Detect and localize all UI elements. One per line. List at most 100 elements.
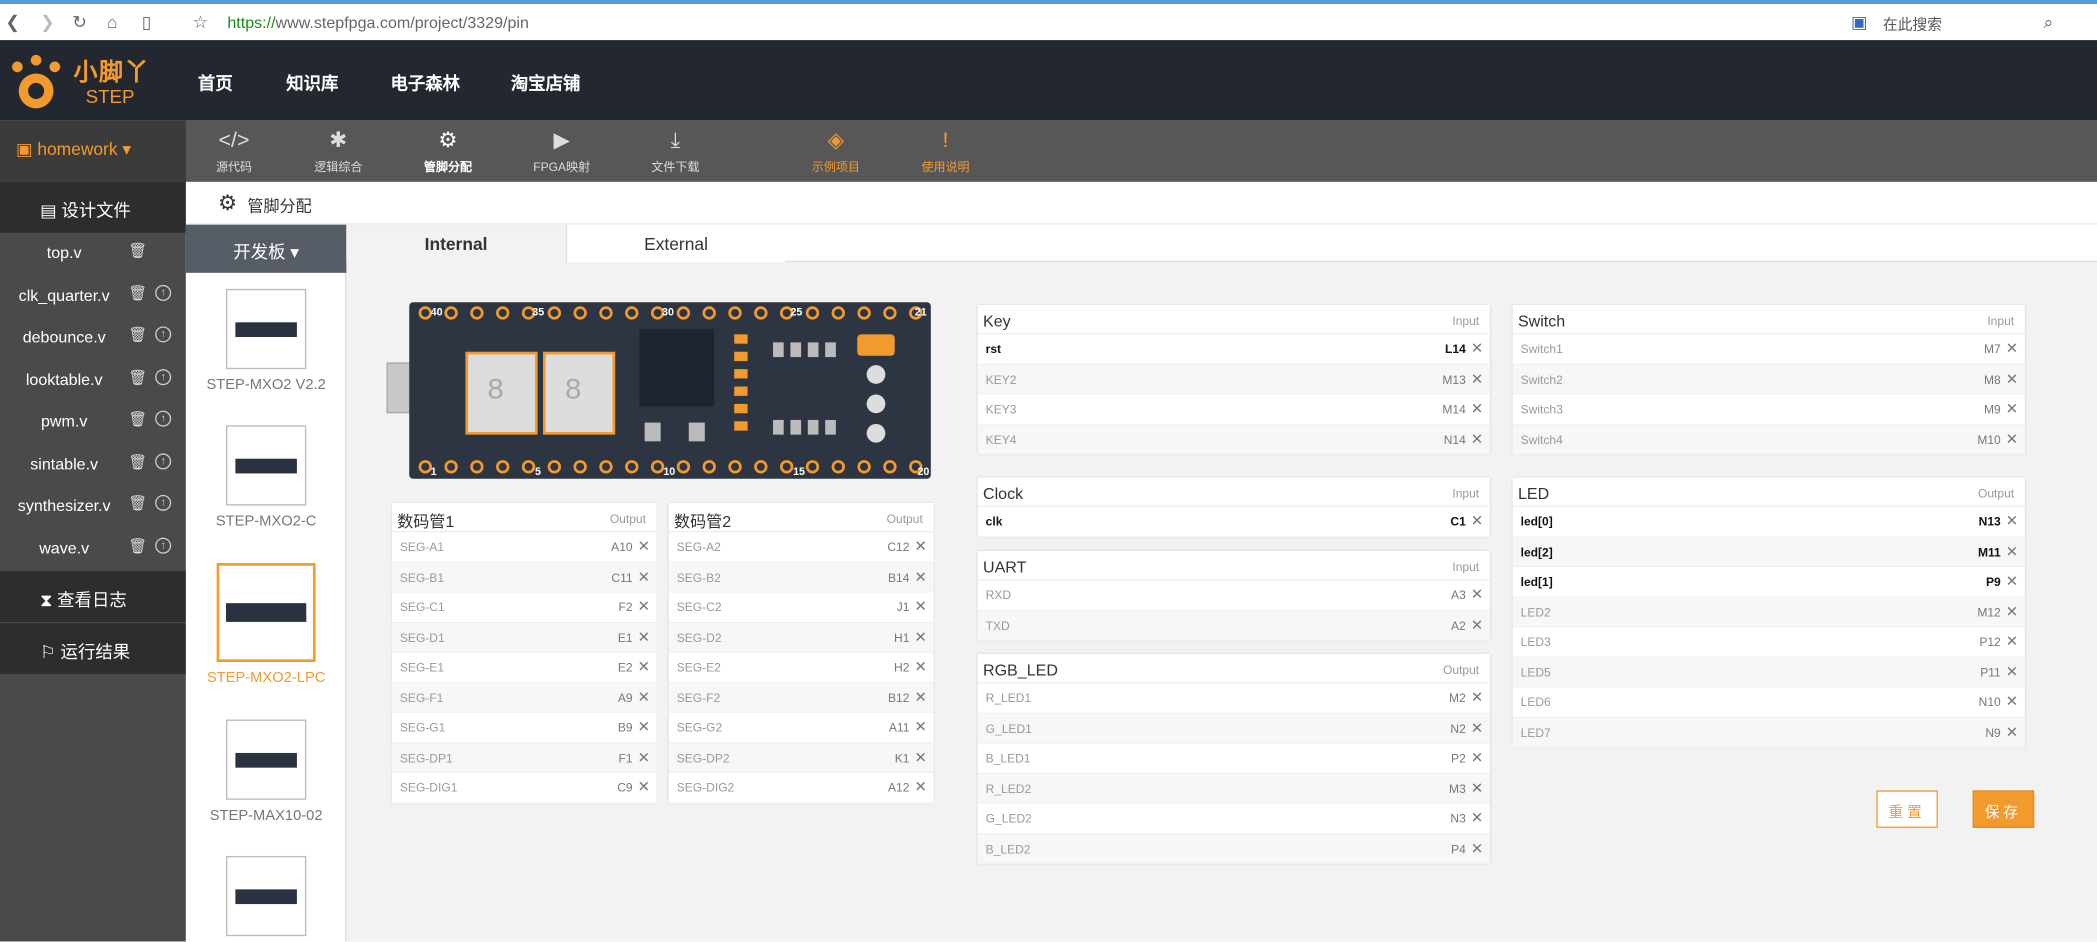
trash-icon[interactable]: 🗑 bbox=[128, 242, 147, 259]
close-icon[interactable]: ✕ bbox=[638, 778, 650, 796]
board-mxo2-c[interactable]: STEP-MXO2-C bbox=[186, 425, 346, 530]
pin-row[interactable]: TXD A2 ✕ bbox=[977, 610, 1490, 641]
pin-row[interactable]: LED7 N9 ✕ bbox=[1512, 717, 2025, 748]
close-icon[interactable]: ✕ bbox=[2006, 633, 2018, 650]
nav-knowledge[interactable]: 知识库 bbox=[286, 70, 338, 95]
close-icon[interactable]: ✕ bbox=[2006, 542, 2018, 560]
tool-examples[interactable]: ◈ 示例项目 bbox=[789, 128, 883, 175]
close-icon[interactable]: ✕ bbox=[638, 718, 650, 736]
close-icon[interactable]: ✕ bbox=[2006, 693, 2018, 710]
close-icon[interactable]: ✕ bbox=[1471, 586, 1483, 603]
pin-row[interactable]: Switch2 M8 ✕ bbox=[1512, 364, 2025, 395]
sidebar-result[interactable]: ⚐ 运行结果 bbox=[0, 623, 186, 675]
file-item[interactable]: sintable.v 🗑 ↑ bbox=[0, 443, 186, 484]
pin-row[interactable]: G_LED2 N3 ✕ bbox=[977, 804, 1490, 834]
close-icon[interactable]: ✕ bbox=[1471, 779, 1483, 796]
close-icon[interactable]: ✕ bbox=[638, 748, 650, 766]
pin-row[interactable]: clk C1 ✕ bbox=[977, 507, 1490, 537]
pin-row[interactable]: rst L14 ✕ bbox=[977, 334, 1490, 365]
pin-row[interactable]: SEG-DP2 K1 ✕ bbox=[668, 742, 934, 774]
upload-icon[interactable]: ↑ bbox=[155, 326, 172, 343]
pin-row[interactable]: SEG-DIG1 C9 ✕ bbox=[391, 773, 657, 804]
pin-row[interactable]: R_LED1 M2 ✕ bbox=[977, 683, 1490, 714]
close-icon[interactable]: ✕ bbox=[914, 778, 926, 796]
pin-row[interactable]: SEG-A2 C12 ✕ bbox=[668, 532, 934, 563]
close-icon[interactable]: ✕ bbox=[1471, 340, 1483, 357]
pin-row[interactable]: B_LED1 P2 ✕ bbox=[977, 744, 1490, 774]
close-icon[interactable]: ✕ bbox=[1471, 400, 1483, 417]
upload-icon[interactable]: ↑ bbox=[155, 452, 172, 469]
tool-help[interactable]: ! 使用说明 bbox=[899, 128, 993, 175]
close-icon[interactable]: ✕ bbox=[1471, 689, 1483, 706]
close-icon[interactable]: ✕ bbox=[914, 658, 926, 675]
close-icon[interactable]: ✕ bbox=[914, 718, 926, 736]
trash-icon[interactable]: 🗑 bbox=[128, 368, 147, 386]
upload-icon[interactable]: ↑ bbox=[155, 284, 172, 301]
tool-pin[interactable]: ⚙ 管脚分配 bbox=[401, 128, 495, 175]
pin-row[interactable]: Switch3 M9 ✕ bbox=[1512, 395, 2025, 425]
pin-row[interactable]: KEY3 M14 ✕ bbox=[977, 395, 1490, 425]
tool-download[interactable]: ⤓ 文件下载 bbox=[629, 128, 723, 175]
close-icon[interactable]: ✕ bbox=[914, 568, 926, 585]
pin-row[interactable]: KEY4 N14 ✕ bbox=[977, 424, 1490, 455]
pin-row[interactable]: R_LED2 M3 ✕ bbox=[977, 773, 1490, 804]
board-next[interactable] bbox=[186, 855, 346, 937]
close-icon[interactable]: ✕ bbox=[1471, 809, 1483, 826]
address-bar[interactable]: https://www.stepfpga.com/project/3329/pi… bbox=[227, 13, 529, 32]
pin-row[interactable]: B_LED2 P4 ✕ bbox=[977, 833, 1490, 864]
tab-internal[interactable]: Internal bbox=[346, 224, 566, 263]
search-engine-icon[interactable]: ▣ bbox=[1851, 12, 1867, 33]
pin-row[interactable]: Switch1 M7 ✕ bbox=[1512, 334, 2025, 365]
back-icon[interactable]: ❮ bbox=[5, 12, 20, 33]
trash-icon[interactable]: 🗑 bbox=[128, 326, 147, 344]
reader-icon[interactable]: ▯ bbox=[142, 12, 152, 33]
pin-row[interactable]: SEG-F2 B12 ✕ bbox=[668, 682, 934, 713]
tool-source[interactable]: </> 源代码 bbox=[187, 128, 281, 175]
nav-taobao[interactable]: 淘宝店铺 bbox=[511, 70, 581, 95]
file-item[interactable]: debounce.v 🗑 ↑ bbox=[0, 317, 186, 358]
pin-row[interactable]: SEG-D2 H1 ✕ bbox=[668, 622, 934, 653]
file-item[interactable]: top.v 🗑 bbox=[0, 233, 186, 274]
close-icon[interactable]: ✕ bbox=[1471, 616, 1483, 633]
close-icon[interactable]: ✕ bbox=[2006, 663, 2018, 680]
pin-row[interactable]: SEG-E2 H2 ✕ bbox=[668, 653, 934, 683]
pin-row[interactable]: SEG-G2 A11 ✕ bbox=[668, 713, 934, 743]
close-icon[interactable]: ✕ bbox=[914, 748, 926, 766]
close-icon[interactable]: ✕ bbox=[2006, 400, 2018, 417]
trash-icon[interactable]: 🗑 bbox=[128, 411, 147, 428]
pin-row[interactable]: SEG-DP1 F1 ✕ bbox=[391, 742, 657, 774]
board-dropdown[interactable]: 开发板 ▾ bbox=[185, 224, 347, 273]
pin-row[interactable]: Switch4 M10 ✕ bbox=[1512, 424, 2025, 455]
close-icon[interactable]: ✕ bbox=[2006, 370, 2018, 387]
board-max10-02[interactable]: STEP-MAX10-02 bbox=[186, 719, 346, 824]
close-icon[interactable]: ✕ bbox=[914, 628, 926, 645]
save-button[interactable]: 保存 bbox=[1972, 790, 2035, 828]
file-item[interactable]: looktable.v 🗑 ↑ bbox=[0, 359, 186, 400]
pin-row[interactable]: LED5 P11 ✕ bbox=[1512, 657, 2025, 688]
pin-row[interactable]: SEG-F1 A9 ✕ bbox=[391, 682, 657, 713]
board-mxo2-lpc[interactable]: STEP-MXO2-LPC bbox=[186, 563, 346, 686]
reload-icon[interactable]: ↻ bbox=[72, 12, 87, 33]
upload-icon[interactable]: ↑ bbox=[155, 368, 172, 385]
pin-row[interactable]: led[2] M11 ✕ bbox=[1512, 536, 2025, 568]
file-item[interactable]: synthesizer.v 🗑 ↑ bbox=[0, 485, 186, 526]
tool-synth[interactable]: ✱ 逻辑综合 bbox=[292, 128, 386, 175]
browser-search-input[interactable]: 在此搜索 bbox=[1883, 13, 1942, 34]
pin-row[interactable]: SEG-A1 A10 ✕ bbox=[391, 532, 657, 563]
pin-row[interactable]: SEG-G1 B9 ✕ bbox=[391, 713, 657, 743]
trash-icon[interactable]: 🗑 bbox=[128, 537, 147, 554]
pin-row[interactable]: led[1] P9 ✕ bbox=[1512, 567, 2025, 598]
close-icon[interactable]: ✕ bbox=[1471, 719, 1483, 736]
pin-row[interactable]: led[0] N13 ✕ bbox=[1512, 507, 2025, 537]
close-icon[interactable]: ✕ bbox=[2006, 723, 2018, 740]
close-icon[interactable]: ✕ bbox=[638, 598, 650, 615]
star-icon[interactable]: ☆ bbox=[193, 12, 209, 33]
pin-row[interactable]: SEG-C1 F2 ✕ bbox=[391, 592, 657, 623]
tool-fpga-map[interactable]: ▶ FPGA映射 bbox=[515, 128, 609, 175]
nav-home[interactable]: 首页 bbox=[198, 70, 233, 95]
pin-row[interactable]: SEG-E1 E2 ✕ bbox=[391, 653, 657, 683]
pin-row[interactable]: KEY2 M13 ✕ bbox=[977, 364, 1490, 395]
close-icon[interactable]: ✕ bbox=[1471, 512, 1483, 530]
close-icon[interactable]: ✕ bbox=[1471, 839, 1483, 857]
close-icon[interactable]: ✕ bbox=[638, 538, 650, 555]
